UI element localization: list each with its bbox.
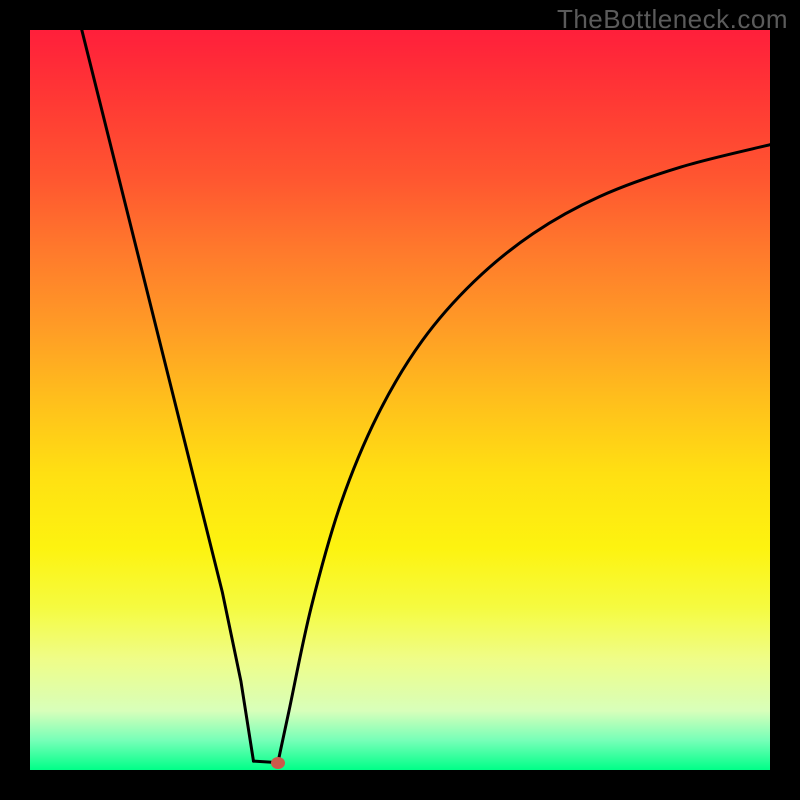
curve-canvas — [30, 30, 770, 770]
curve-right-branch — [278, 145, 770, 763]
minimum-marker-dot — [271, 757, 285, 769]
plot-area — [30, 30, 770, 770]
curve-left-branch — [82, 30, 254, 761]
chart-frame: TheBottleneck.com — [0, 0, 800, 800]
